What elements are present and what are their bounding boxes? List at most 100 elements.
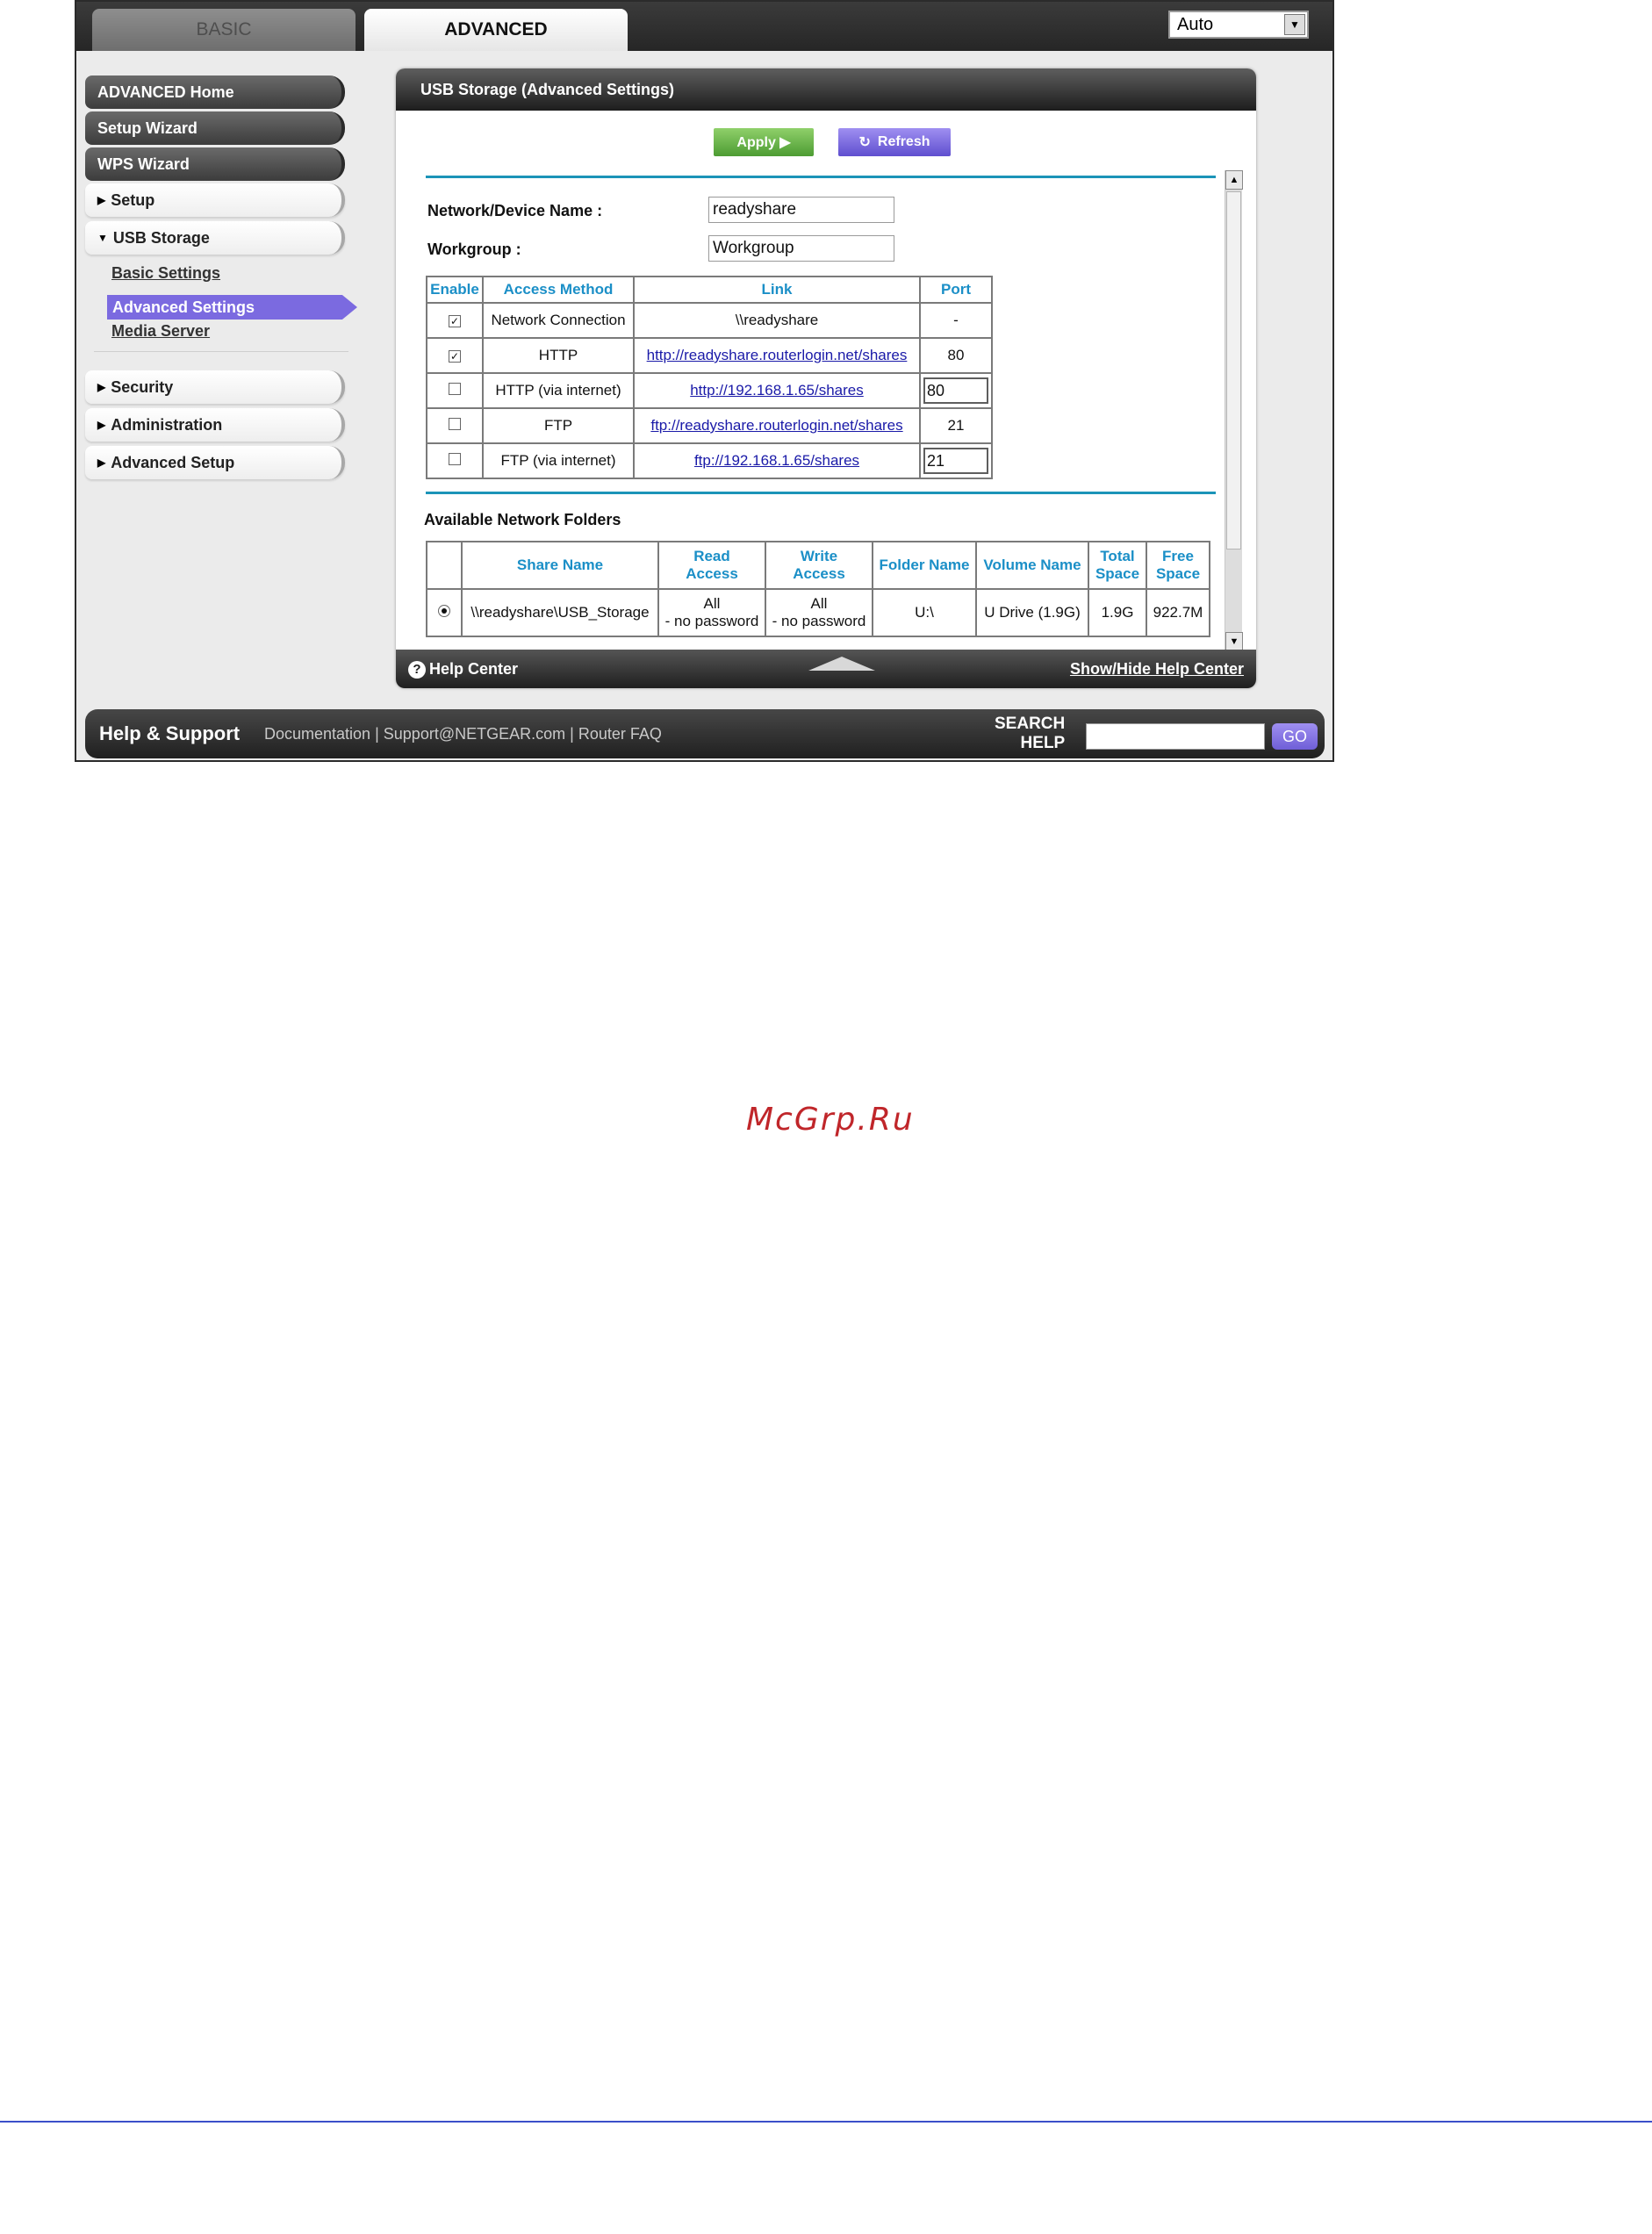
panel-scrollbar[interactable]: ▲ ▼: [1225, 170, 1243, 650]
share-link[interactable]: http://192.168.1.65/shares: [633, 372, 921, 409]
enable-cell[interactable]: ✓: [426, 337, 484, 374]
triangle-right-icon: ▶: [97, 381, 106, 393]
section-divider: [426, 176, 1216, 178]
device-name-input[interactable]: readyshare: [708, 197, 894, 223]
refresh-label: Refresh: [877, 134, 930, 149]
total-space-cell: 1.9G: [1088, 588, 1147, 637]
share-link[interactable]: ftp://readyshare.routerlogin.net/shares: [633, 407, 921, 444]
sidebar-item-label: Security: [111, 377, 174, 396]
col-write-access: Write Access: [765, 541, 873, 590]
col-enable: Enable: [426, 276, 484, 304]
write-access-cell: All - no password: [765, 588, 873, 637]
triangle-right-icon: ▶: [97, 456, 106, 469]
expand-arrow-icon[interactable]: [808, 657, 875, 671]
help-center-bar: ? Help Center Show/Hide Help Center: [396, 650, 1256, 688]
tab-advanced[interactable]: ADVANCED: [364, 9, 628, 51]
enable-cell[interactable]: [426, 407, 484, 444]
help-center-link[interactable]: ? Help Center: [408, 660, 518, 679]
col-access-method: Access Method: [482, 276, 635, 304]
sidebar-item-usb-storage[interactable]: ▼ USB Storage: [85, 221, 345, 255]
port-cell[interactable]: 21: [919, 442, 993, 479]
sidebar-item-label: Administration: [111, 415, 223, 434]
folder-select-cell[interactable]: [426, 588, 463, 637]
enable-checkbox[interactable]: ✓: [449, 350, 461, 363]
search-help-input[interactable]: [1086, 723, 1265, 750]
share-link[interactable]: ftp://192.168.1.65/shares: [633, 442, 921, 479]
section-divider: [426, 492, 1216, 494]
triangle-down-icon: ▼: [97, 232, 108, 244]
language-select-value: Auto: [1177, 14, 1214, 34]
port-input[interactable]: 21: [923, 448, 988, 474]
share-link[interactable]: http://readyshare.routerlogin.net/shares: [633, 337, 921, 374]
sidebar-item-security[interactable]: ▶ Security: [85, 370, 345, 404]
workgroup-input[interactable]: Workgroup: [708, 235, 894, 262]
access-method-cell: FTP: [482, 407, 635, 444]
access-method-cell: HTTP (via internet): [482, 372, 635, 409]
table-row: HTTP (via internet) http://192.168.1.65/s…: [426, 372, 993, 409]
documentation-link[interactable]: Documentation: [264, 725, 370, 743]
footer-links: Documentation | Support@NETGEAR.com | Ro…: [264, 725, 662, 743]
cell-line: - no password: [664, 613, 759, 629]
enable-checkbox[interactable]: ✓: [449, 315, 461, 327]
scroll-down-icon[interactable]: ▼: [1225, 632, 1243, 650]
search-help-label: SEARCH HELP: [995, 715, 1065, 753]
enable-cell[interactable]: [426, 442, 484, 479]
read-access-cell: All - no password: [657, 588, 766, 637]
header-line: Space: [1095, 565, 1140, 582]
show-hide-help-link[interactable]: Show/Hide Help Center: [1070, 660, 1244, 679]
scrollbar-thumb[interactable]: [1226, 191, 1241, 550]
chevron-down-icon[interactable]: ▼: [1284, 14, 1305, 35]
sidebar-item-advanced-setup[interactable]: ▶ Advanced Setup: [85, 446, 345, 479]
share-path-cell: \\readyshare: [633, 302, 921, 339]
col-link: Link: [633, 276, 921, 304]
network-folders-table: Share Name Read Access Write Access Fold…: [426, 541, 1210, 637]
enable-cell[interactable]: [426, 372, 484, 409]
col-share-name: Share Name: [461, 541, 659, 590]
header-line: Write: [800, 548, 838, 564]
scroll-up-icon[interactable]: ▲: [1225, 170, 1243, 190]
sidebar-item-setup-wizard[interactable]: Setup Wizard: [85, 111, 345, 145]
header-line: Space: [1155, 565, 1201, 582]
apply-button[interactable]: Apply ▶: [714, 128, 814, 156]
usb-advanced-settings-panel: USB Storage (Advanced Settings) Apply ▶ …: [396, 68, 1256, 688]
question-icon: ?: [408, 660, 426, 679]
enable-checkbox[interactable]: [449, 383, 461, 395]
sidebar-item-advanced-home[interactable]: ADVANCED Home: [85, 75, 345, 109]
help-center-label: Help Center: [429, 660, 519, 678]
access-method-cell: HTTP: [482, 337, 635, 374]
sidebar-divider: [94, 351, 348, 352]
folder-radio[interactable]: [438, 605, 450, 617]
sidebar-item-wps-wizard[interactable]: WPS Wizard: [85, 147, 345, 181]
separator: |: [375, 725, 384, 743]
language-select[interactable]: Auto ▼: [1168, 11, 1309, 39]
device-name-label: Network/Device Name :: [427, 202, 603, 219]
sidebar-item-setup[interactable]: ▶ Setup: [85, 183, 345, 217]
refresh-button[interactable]: ↻ Refresh: [838, 128, 951, 156]
sidebar-subitem-media-server[interactable]: Media Server: [111, 322, 210, 341]
sidebar-item-label: Setup: [111, 190, 155, 209]
top-bar: BASIC ADVANCED Auto ▼: [76, 2, 1332, 51]
col-free-space: Free Space: [1146, 541, 1210, 590]
port-input[interactable]: 80: [923, 377, 988, 404]
sidebar-item-administration[interactable]: ▶ Administration: [85, 408, 345, 442]
watermark: McGrp.Ru: [746, 1102, 915, 1138]
col-total-space: Total Space: [1088, 541, 1147, 590]
router-faq-link[interactable]: Router FAQ: [578, 725, 662, 743]
refresh-icon: ↻: [858, 135, 871, 150]
port-cell[interactable]: 80: [919, 372, 993, 409]
sidebar-subitem-advanced-settings[interactable]: Advanced Settings: [107, 295, 357, 320]
table-row[interactable]: \\readyshare\USB_Storage All - no passwo…: [426, 588, 1210, 637]
header-line: Read: [693, 548, 730, 564]
header-line: Free: [1162, 548, 1194, 564]
enable-checkbox[interactable]: [449, 453, 461, 465]
sidebar-subitem-basic-settings[interactable]: Basic Settings: [111, 264, 220, 283]
support-email-link[interactable]: Support@NETGEAR.com: [384, 725, 565, 743]
cell-line: All: [810, 595, 828, 612]
enable-cell[interactable]: ✓: [426, 302, 484, 339]
port-cell: 21: [919, 407, 993, 444]
sidebar-item-label: Advanced Setup: [111, 453, 235, 471]
tab-basic[interactable]: BASIC: [92, 9, 356, 51]
panel-body: Apply ▶ ↻ Refresh Network/Device Name : …: [396, 111, 1256, 650]
enable-checkbox[interactable]: [449, 418, 461, 430]
go-button[interactable]: GO: [1272, 723, 1318, 750]
